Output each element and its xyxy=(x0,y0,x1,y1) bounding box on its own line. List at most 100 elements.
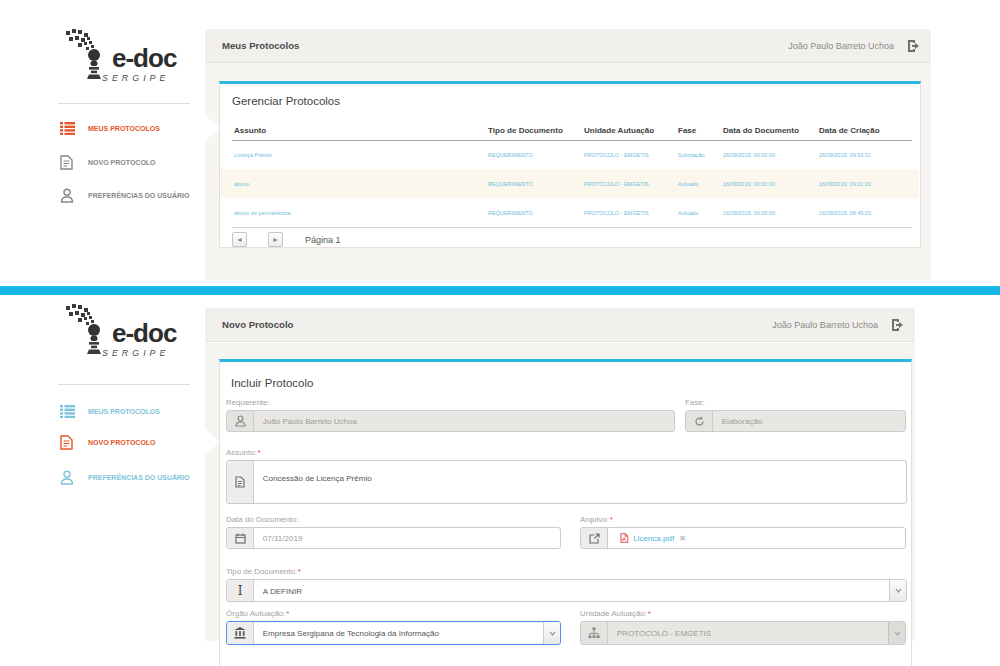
data-documento-input[interactable]: 07/11/2019 xyxy=(226,527,561,549)
required-asterisk: * xyxy=(258,448,261,457)
brand-logo: e-doc SERGIPE xyxy=(64,303,179,361)
fase-value: Elaboração xyxy=(713,414,853,429)
table-row[interactable]: Licença Prêmio REQUERIMENTO PROTOCOLO - … xyxy=(221,140,919,169)
required-asterisk: * xyxy=(610,515,613,524)
sidebar-divider xyxy=(58,103,190,104)
field-label: Unidade Autuação: xyxy=(580,609,647,618)
protocols-panel: Gerenciar Protocolos Assunto Tipo de Doc… xyxy=(219,81,921,248)
document-icon xyxy=(60,435,76,450)
select-arrow[interactable] xyxy=(543,622,560,644)
brand-name: e-doc xyxy=(112,320,179,346)
sidebar-item-preferencias[interactable]: PREFERÊNCIAS DO USUÁRIO xyxy=(60,185,233,205)
cell-assunto[interactable]: abono de permanência xyxy=(234,209,290,215)
assunto-value: Concessão de Licença Prêmio xyxy=(254,467,730,498)
field-label: Tipo de Documento: xyxy=(226,567,297,576)
list-icon xyxy=(60,405,76,418)
field-label: Órgão Autuação: xyxy=(226,609,285,618)
sidebar-divider xyxy=(58,384,190,385)
cell-unidade: PROTOCOLO - EMGETIS xyxy=(584,209,649,215)
field-requerente: Requerente: João Paulo Barreto Uchoa xyxy=(226,398,675,432)
field-label: Data do Documento: xyxy=(226,515,299,524)
pagination: ◄ ► Página 1 xyxy=(232,232,348,247)
tipo-documento-select[interactable]: I A DEFINIR xyxy=(226,579,907,602)
field-assunto: Assunto:* Concessão de Licença Prêmio xyxy=(226,448,907,504)
field-tipo-documento: Tipo de Documento:* I A DEFINIR xyxy=(226,567,907,602)
brand-region: SERGIPE xyxy=(102,348,169,358)
logout-icon[interactable] xyxy=(891,318,907,332)
text-cursor-icon: I xyxy=(227,580,254,601)
arquivo-input[interactable]: Licenca.pdf ✖ xyxy=(580,527,906,549)
cell-unidade: PROTOCOLO - EMGETIS xyxy=(584,151,649,157)
prev-page-button[interactable]: ◄ xyxy=(232,232,247,247)
select-arrow xyxy=(888,622,905,644)
brand-logo: e-doc SERGIPE xyxy=(64,28,179,86)
file-name[interactable]: Licenca.pdf xyxy=(633,534,674,543)
user-name: João Paulo Barreto Uchoa xyxy=(772,320,878,330)
cell-data-doc: 16/09/2019, 00:00:00 xyxy=(723,180,775,186)
select-arrow[interactable] xyxy=(889,580,906,601)
data-documento-value: 07/11/2019 xyxy=(254,531,477,546)
orgao-autuacao-select[interactable]: Empresa Sergipana de Tecnologia da Infor… xyxy=(226,621,561,645)
sidebar-item-preferencias[interactable]: PREFERÊNCIAS DO USUÁRIO xyxy=(60,467,233,487)
orgao-autuacao-value: Empresa Sergipana de Tecnologia da Infor… xyxy=(254,625,465,641)
page-title: Novo Protocolo xyxy=(222,319,293,330)
user-name: João Paulo Barreto Uchoa xyxy=(788,41,894,51)
remove-file-icon[interactable]: ✖ xyxy=(679,533,686,542)
cell-unidade: PROTOCOLO - EMGETIS xyxy=(584,180,649,186)
column-header: Data do Documento xyxy=(723,126,799,135)
external-link-icon xyxy=(581,528,608,548)
sidebar-item-label: NOVO PROTOCOLO xyxy=(88,438,156,446)
table-row[interactable]: abono de permanência REQUERIMENTO PROTOC… xyxy=(221,198,919,227)
required-asterisk: * xyxy=(286,609,289,618)
page: Meus Protocolos João Paulo Barreto Uchoa xyxy=(0,0,1000,666)
field-label: Requerente: xyxy=(226,398,270,407)
cell-fase: Autuado xyxy=(678,209,698,215)
refresh-icon xyxy=(686,411,713,431)
column-header: Data de Criação xyxy=(819,126,880,135)
form-heading: Incluir Protocolo xyxy=(231,377,313,389)
cell-tipo: REQUERIMENTO xyxy=(488,151,533,157)
pdf-icon xyxy=(620,533,629,543)
requerente-input: João Paulo Barreto Uchoa xyxy=(226,410,675,432)
sidebar-item-meus-protocolos[interactable]: MEUS PROTOCOLOS xyxy=(60,118,191,138)
field-fase: Fase: Elaboração xyxy=(685,398,906,432)
cell-data-criacao: 16/09/2019, 09:01:20 xyxy=(819,180,871,186)
sidebar-item-meus-protocolos[interactable]: MEUS PROTOCOLOS xyxy=(60,401,191,421)
unidade-autuacao-value: PROTOCOLO - EMGETIS xyxy=(608,625,812,641)
tipo-documento-value: A DEFINIR xyxy=(254,583,718,598)
cell-assunto[interactable]: abono xyxy=(234,180,249,186)
sidebar-item-label: MEUS PROTOCOLOS xyxy=(88,124,160,132)
user-icon xyxy=(227,411,254,431)
sitemap-icon xyxy=(581,622,608,644)
list-icon xyxy=(60,122,76,135)
appbar: Novo Protocolo João Paulo Barreto Uchoa xyxy=(205,308,915,342)
unidade-autuacao-select: PROTOCOLO - EMGETIS xyxy=(580,621,906,645)
sidebar-item-label: PREFERÊNCIAS DO USUÁRIO xyxy=(88,191,190,199)
bank-icon xyxy=(227,622,254,644)
next-page-button[interactable]: ► xyxy=(268,232,283,247)
cell-tipo: REQUERIMENTO xyxy=(488,209,533,215)
required-asterisk: * xyxy=(648,609,651,618)
logout-icon[interactable] xyxy=(907,39,923,53)
sidebar-item-novo-protocolo[interactable]: NOVO PROTOCOLO xyxy=(60,152,185,172)
document-icon xyxy=(227,461,254,503)
field-label: Assunto: xyxy=(226,448,257,457)
page-indicator: Página 1 xyxy=(305,235,341,245)
field-orgao-autuacao: Órgão Autuação:* Empresa Sergipana de Te… xyxy=(226,609,561,645)
table-row[interactable]: abono REQUERIMENTO PROTOCOLO - EMGETIS A… xyxy=(221,169,919,198)
cell-assunto[interactable]: Licença Prêmio xyxy=(234,151,272,157)
column-header: Unidade Autuação xyxy=(584,126,654,135)
sidebar-item-label: PREFERÊNCIAS DO USUÁRIO xyxy=(88,473,190,481)
field-unidade-autuacao: Unidade Autuação:* PROTOCOLO - EMGETIS xyxy=(580,609,906,645)
required-asterisk: * xyxy=(298,567,301,576)
fase-input: Elaboração xyxy=(685,410,906,432)
page-title: Meus Protocolos xyxy=(222,40,299,51)
assunto-textarea[interactable]: Concessão de Licença Prêmio xyxy=(226,460,907,504)
cell-data-doc: 16/09/2019, 00:00:00 xyxy=(723,209,775,215)
sidebar-item-label: NOVO PROTOCOLO xyxy=(88,158,156,166)
column-header: Fase xyxy=(678,126,696,135)
sidebar-item-novo-protocolo[interactable]: NOVO PROTOCOLO xyxy=(60,432,185,452)
appbar: Meus Protocolos João Paulo Barreto Uchoa xyxy=(205,29,931,63)
brand-name: e-doc xyxy=(112,45,179,71)
field-data-documento: Data do Documento: 07/11/2019 xyxy=(226,515,561,549)
